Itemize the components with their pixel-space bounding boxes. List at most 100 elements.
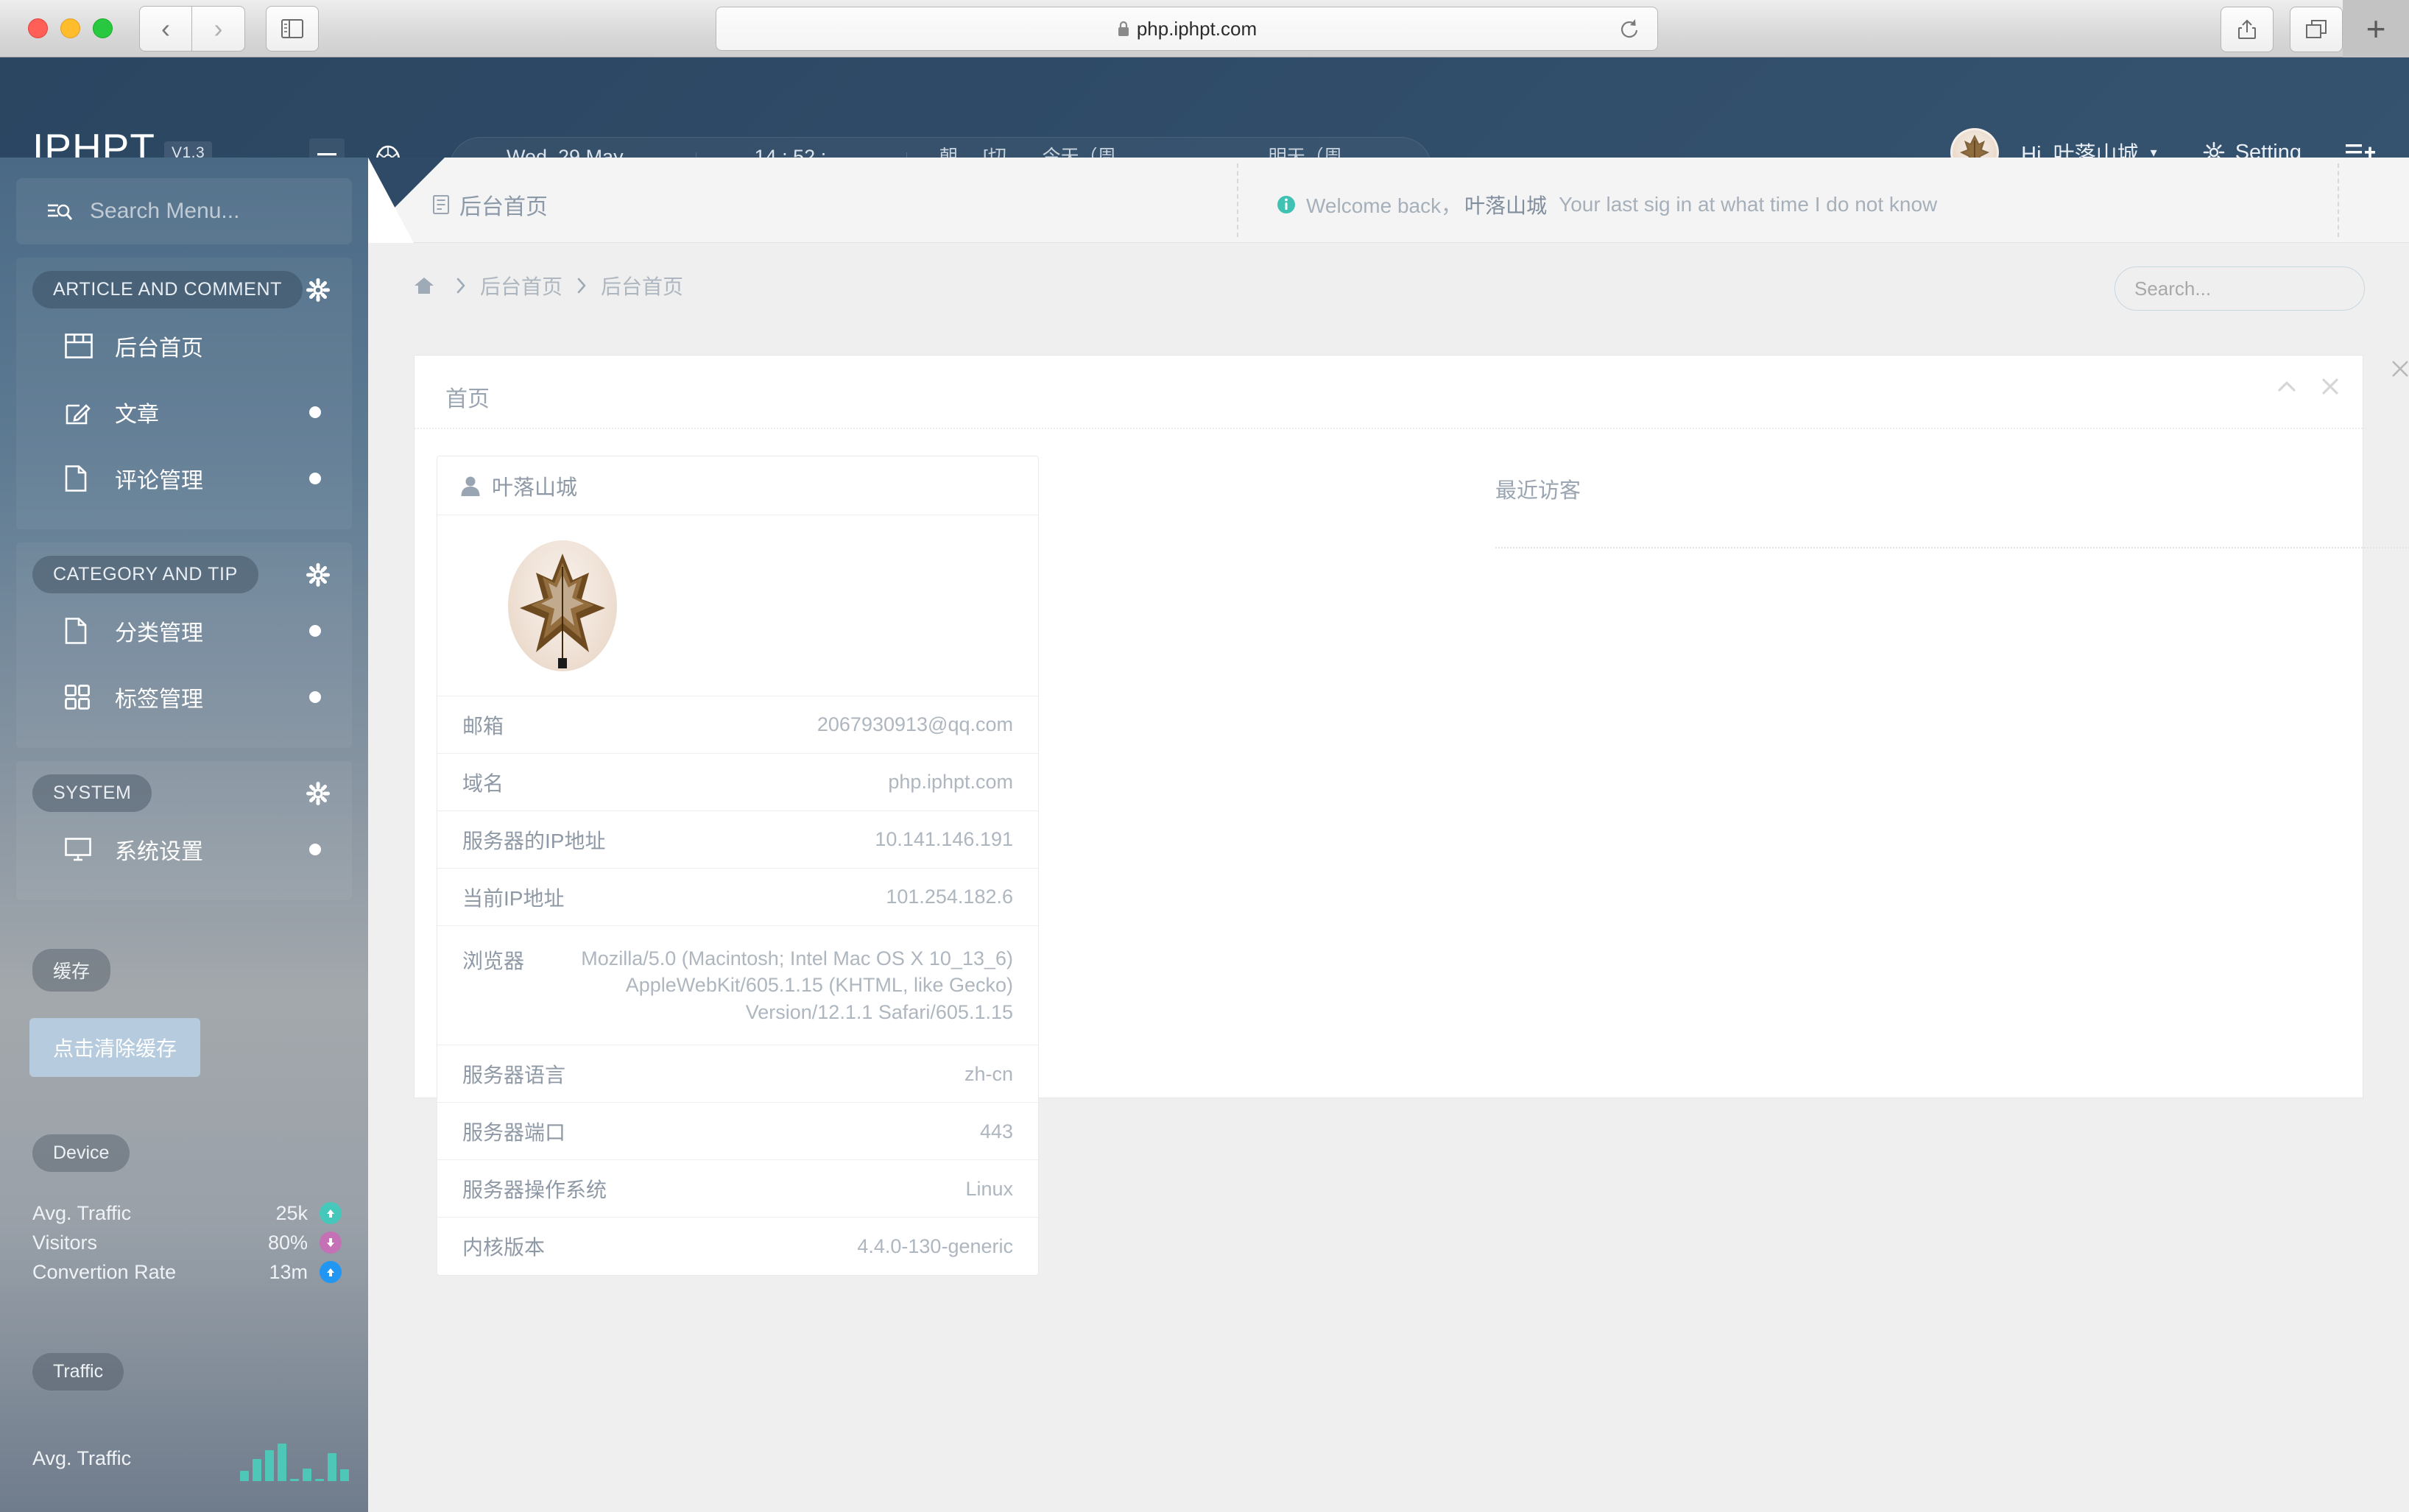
search-placeholder: Search... bbox=[2134, 277, 2212, 300]
row-key: 域名 bbox=[462, 771, 504, 795]
sparkline-bar bbox=[290, 1479, 299, 1481]
sidebar-item-label: 后台首页 bbox=[115, 336, 203, 361]
sidebar-group-label: SYSTEM bbox=[32, 774, 152, 812]
browser-chrome: ‹ › php.iphpt.com + bbox=[0, 0, 2409, 57]
profile-card-header: 叶落山城 bbox=[437, 456, 1038, 515]
recent-visitors-section: 最近访客 bbox=[1495, 473, 2409, 548]
device-stat-value: 25k bbox=[275, 1201, 308, 1224]
panel-title: 首页 bbox=[445, 387, 490, 411]
traffic-sparkline-list: Avg. Traffic Visitors Convertion Rate bbox=[32, 1423, 349, 1512]
sidebar-item-articles[interactable]: 文章 bbox=[16, 379, 352, 445]
close-icon[interactable] bbox=[2321, 378, 2339, 399]
traffic-row-name: Avg. Traffic bbox=[32, 1446, 132, 1469]
panel-actions[interactable] bbox=[2277, 378, 2339, 399]
sidebar: Search Menu... ARTICLE AND COMMENT 后台首页 … bbox=[0, 158, 368, 1512]
row-value: 101.254.182.6 bbox=[886, 886, 1013, 908]
sidebar-toggle-button[interactable] bbox=[266, 5, 319, 52]
welcome-suffix: Your last sig in at what time I do not k… bbox=[1559, 193, 1938, 216]
sidebar-item-comments[interactable]: 评论管理 bbox=[16, 445, 352, 512]
navigation-buttons[interactable]: ‹ › bbox=[139, 5, 245, 52]
sidebar-group-category: CATEGORY AND TIP 分类管理 标签管理 bbox=[16, 543, 352, 748]
row-key: 服务器的IP地址 bbox=[462, 829, 606, 852]
forward-button[interactable]: › bbox=[192, 5, 245, 52]
table-row: 邮箱 2067930913@qq.com bbox=[437, 696, 1038, 754]
status-dot bbox=[309, 844, 321, 855]
sidebar-item-dashboard[interactable]: 后台首页 bbox=[16, 313, 352, 379]
sidebar-item-category[interactable]: 分类管理 bbox=[16, 598, 352, 664]
list-item: Avg. Traffic bbox=[32, 1423, 349, 1494]
sidebar-item-label: 评论管理 bbox=[115, 469, 203, 493]
row-value: 4.4.0-130-generic bbox=[857, 1235, 1013, 1258]
clear-cache-button[interactable]: 点击清除缓存 bbox=[29, 1018, 201, 1077]
row-key: 服务器端口 bbox=[462, 1120, 566, 1144]
sidebar-toggle-icon bbox=[281, 18, 303, 38]
home-panel: 首页 叶落山城 邮箱 2067930913@qq.com 域名 php.iphp… bbox=[414, 355, 2409, 1276]
row-key: 内核版本 bbox=[462, 1236, 546, 1260]
gear-icon[interactable] bbox=[306, 781, 330, 805]
list-item: Convertion Rate 13m bbox=[32, 1257, 342, 1287]
window-controls[interactable] bbox=[28, 18, 113, 38]
gear-icon[interactable] bbox=[306, 278, 330, 302]
table-row: 服务器语言 zh-cn bbox=[437, 1045, 1038, 1103]
sidebar-group-header: ARTICLE AND COMMENT bbox=[16, 258, 352, 313]
share-icon bbox=[2238, 19, 2256, 39]
status-dot bbox=[309, 625, 321, 637]
row-value: php.iphpt.com bbox=[888, 771, 1013, 794]
address-bar[interactable]: php.iphpt.com bbox=[716, 7, 1658, 51]
chevron-up-icon[interactable] bbox=[2277, 379, 2296, 398]
corner-fold-overlay bbox=[368, 158, 414, 243]
search-input[interactable]: Search... bbox=[2115, 266, 2365, 311]
close-window-button[interactable] bbox=[28, 18, 48, 38]
info-icon bbox=[1277, 195, 1296, 214]
device-section: Device Avg. Traffic 25k Visitors 80% Con… bbox=[32, 1134, 368, 1287]
share-button[interactable] bbox=[2221, 7, 2274, 52]
file-icon bbox=[65, 465, 109, 492]
cache-section-label: 缓存 bbox=[32, 949, 111, 992]
sparkline-bar bbox=[278, 1444, 286, 1481]
sidebar-item-tags[interactable]: 标签管理 bbox=[16, 664, 352, 730]
status-dot bbox=[309, 473, 321, 484]
sparkline-bar bbox=[303, 1468, 311, 1481]
leaf-avatar-icon bbox=[520, 553, 605, 668]
row-value: zh-cn bbox=[964, 1062, 1013, 1085]
device-stat-value: 13m bbox=[269, 1260, 308, 1283]
gear-icon[interactable] bbox=[306, 562, 330, 587]
row-value: 443 bbox=[979, 1120, 1013, 1142]
row-key: 服务器操作系统 bbox=[462, 1178, 607, 1201]
sidebar-item-label: 系统设置 bbox=[115, 840, 203, 864]
address-bar-url: php.iphpt.com bbox=[1136, 17, 1258, 40]
table-row: 服务器的IP地址 10.141.146.191 bbox=[437, 811, 1038, 869]
recent-visitors-title: 最近访客 bbox=[1495, 479, 1581, 503]
welcome-username: 叶落山城 bbox=[1464, 194, 1548, 217]
profile-detail-table: 邮箱 2067930913@qq.com 域名 php.iphpt.com 服务… bbox=[437, 696, 1038, 1275]
welcome-close-button[interactable] bbox=[2389, 358, 2409, 384]
divider bbox=[1237, 163, 1238, 237]
sparkline-bar bbox=[240, 1471, 249, 1481]
traffic-section: Traffic Avg. Traffic Visitors Convertion… bbox=[32, 1353, 368, 1512]
back-button[interactable]: ‹ bbox=[139, 5, 192, 52]
profile-username: 叶落山城 bbox=[492, 476, 578, 500]
sparkline-bar bbox=[328, 1452, 336, 1481]
breadcrumb-bar: 后台首页 后台首页 Search... bbox=[368, 243, 2409, 328]
menu-search-icon bbox=[47, 201, 72, 222]
row-value: Linux bbox=[965, 1177, 1013, 1200]
new-tab-button[interactable]: + bbox=[2343, 0, 2409, 57]
home-icon[interactable] bbox=[414, 276, 434, 295]
chrome-right-buttons[interactable] bbox=[2221, 7, 2343, 52]
row-value: Mozilla/5.0 (Macintosh; Intel Mac OS X 1… bbox=[581, 947, 1013, 1023]
sidebar-item-label: 标签管理 bbox=[115, 688, 203, 712]
table-row: 浏览器 Mozilla/5.0 (Macintosh; Intel Mac OS… bbox=[437, 926, 1038, 1046]
breadcrumb-item-2[interactable]: 后台首页 bbox=[601, 271, 683, 300]
sidebar-item-settings[interactable]: 系统设置 bbox=[16, 816, 352, 883]
divider bbox=[1495, 547, 2409, 548]
tab-overview-icon bbox=[2306, 20, 2327, 38]
list-item: Visitors bbox=[32, 1494, 349, 1512]
sidebar-group-system: SYSTEM 系统设置 bbox=[16, 761, 352, 900]
breadcrumb-item-1[interactable]: 后台首页 bbox=[480, 271, 562, 300]
tab-overview-button[interactable] bbox=[2290, 7, 2343, 52]
row-key: 浏览器 bbox=[462, 950, 525, 972]
maximize-window-button[interactable] bbox=[93, 18, 113, 38]
minimize-window-button[interactable] bbox=[60, 18, 80, 38]
reload-icon[interactable] bbox=[1619, 18, 1640, 45]
menu-search-input[interactable]: Search Menu... bbox=[16, 178, 352, 244]
